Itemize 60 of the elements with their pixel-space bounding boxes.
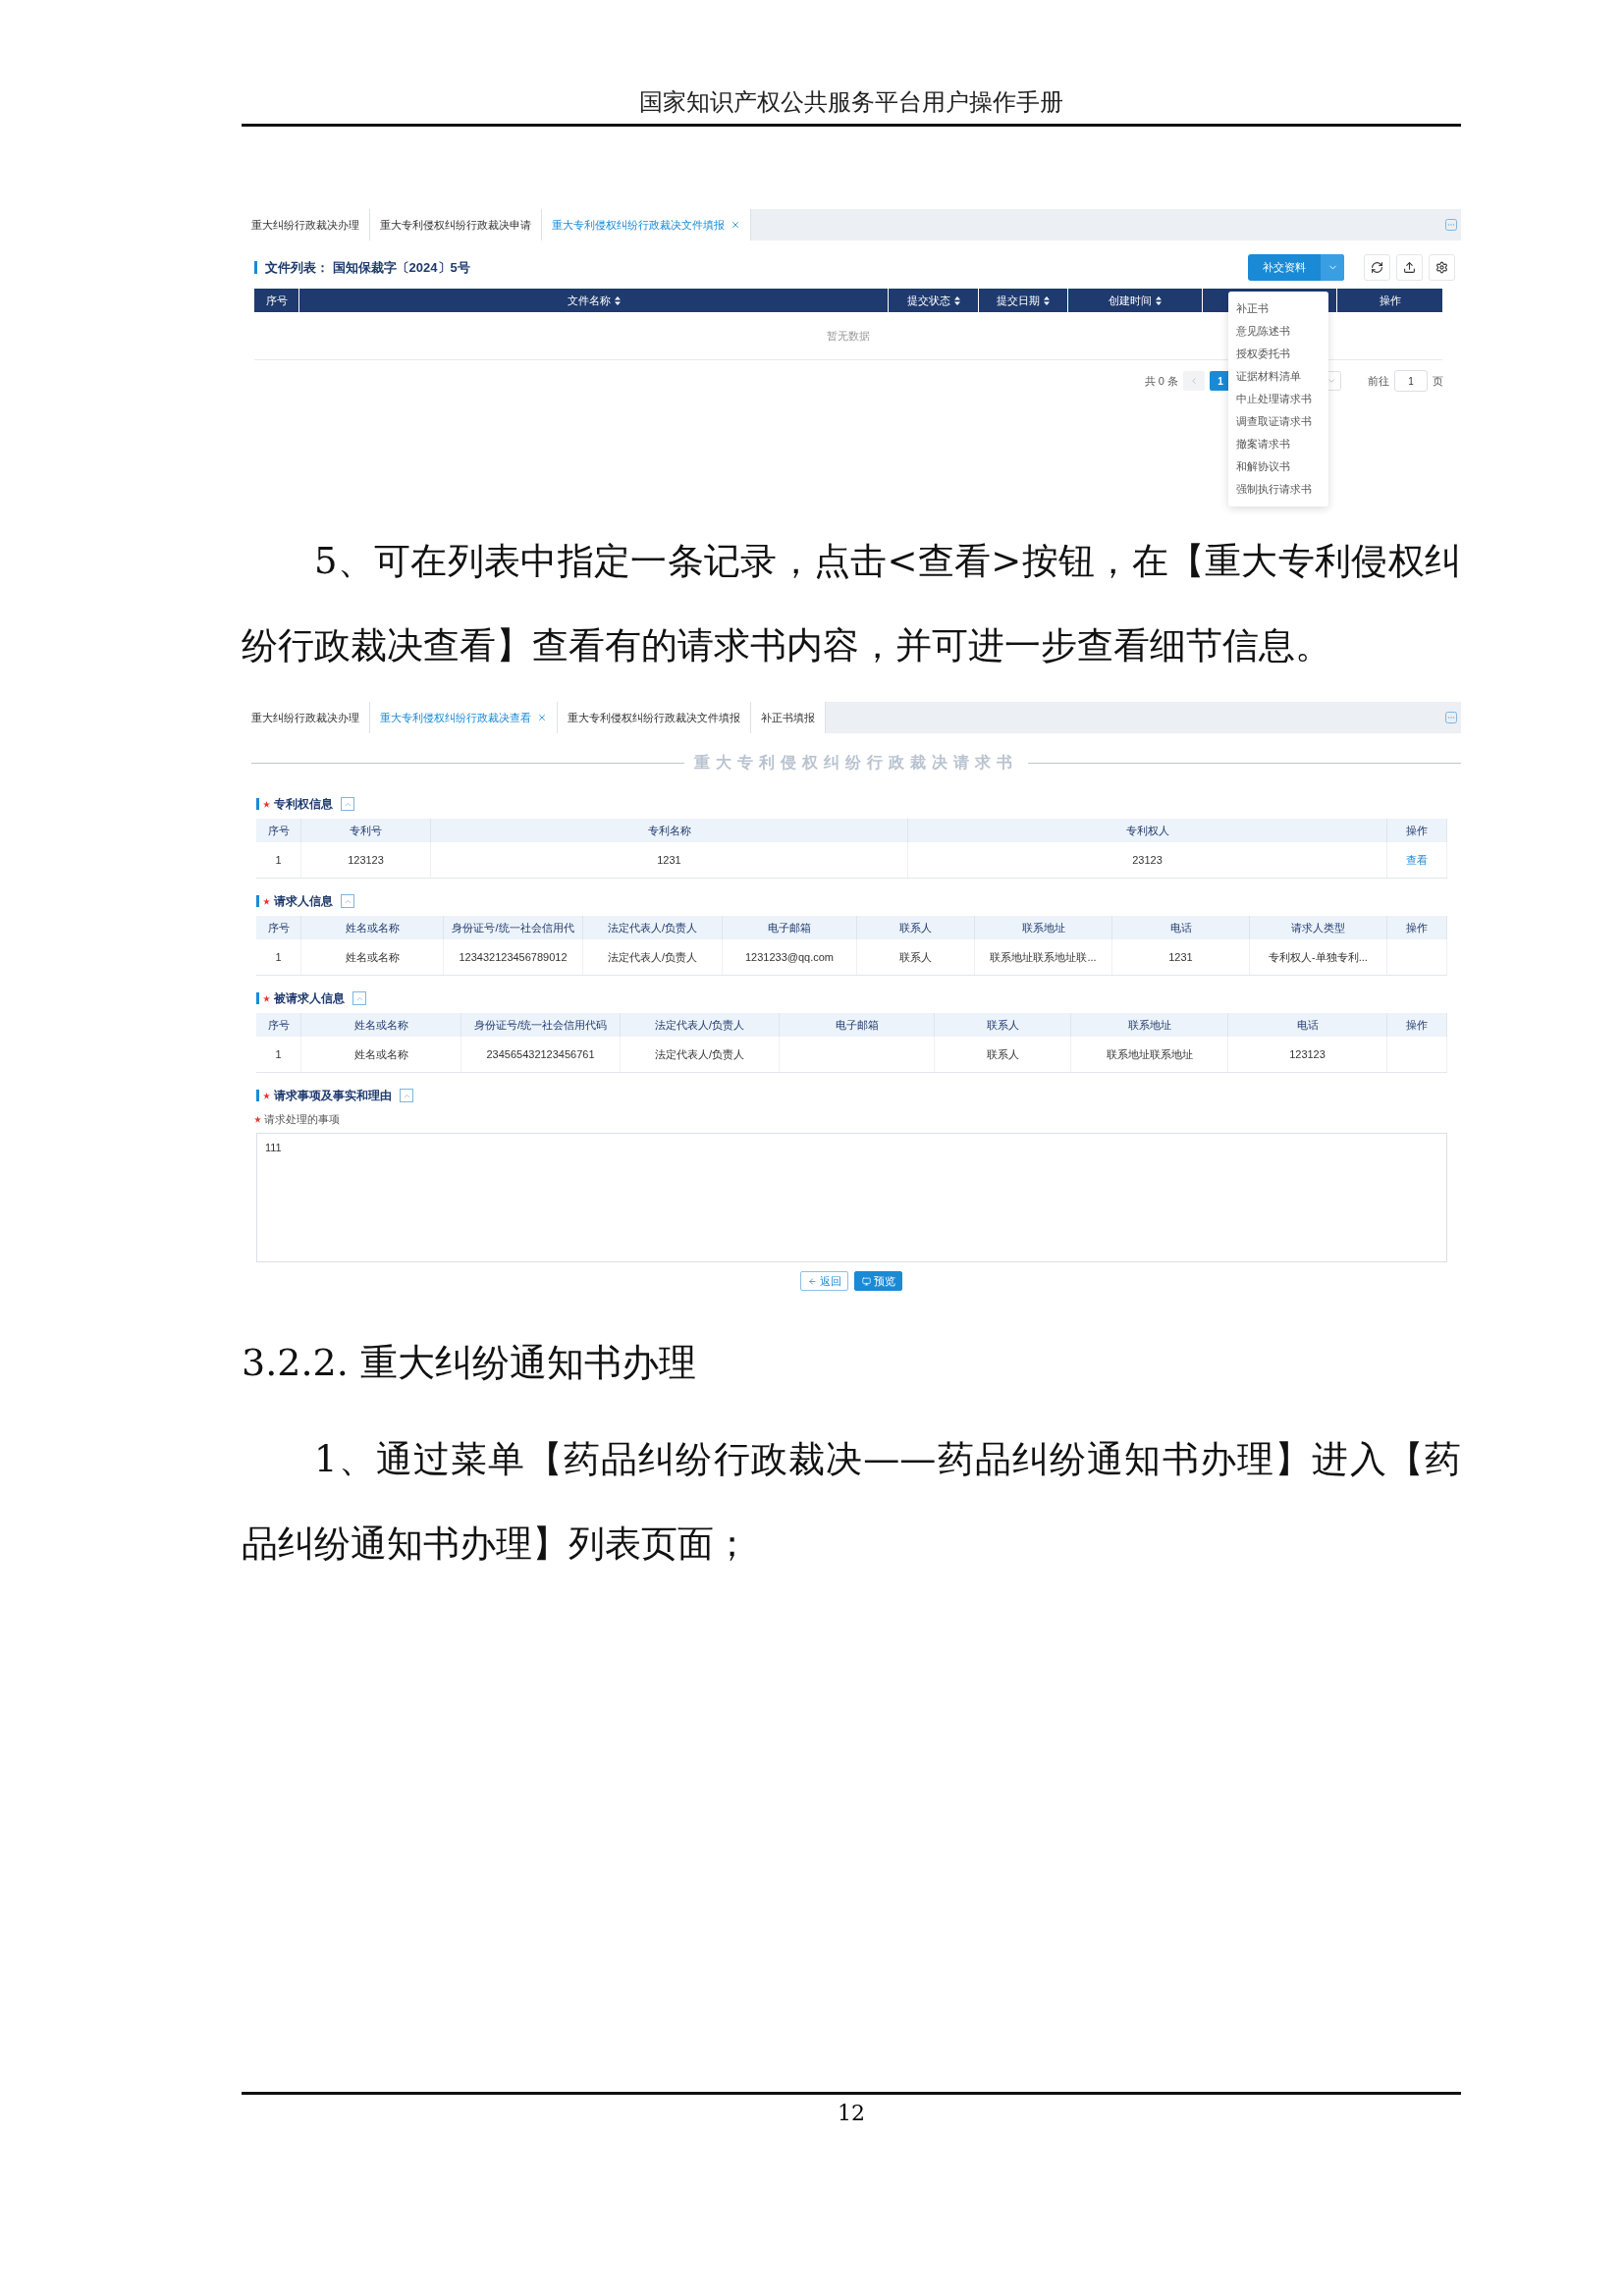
column-header: 操作 [1387,1013,1447,1037]
page-suffix: 页 [1433,373,1443,389]
table-cell: 姓名或名称 [353,1046,408,1062]
column-header: 电子邮箱 [723,916,857,939]
table-cell: 1231233@qq.com [744,951,835,963]
table-cell: 123123 [1289,1048,1326,1060]
column-header: 身份证号/统一社会信用代 [444,916,583,939]
column-header: 电话 [1112,916,1250,939]
column-header: 序号 [256,916,301,939]
column-header: 姓名或名称 [301,916,444,939]
column-header: 请求人类型 [1250,916,1387,939]
column-header: 姓名或名称 [301,1013,461,1037]
section-title: 请求人信息 [274,895,333,907]
page-number: 12 [838,2101,865,2125]
table-cell: 姓名或名称 [345,949,400,965]
form-title: 重大专利侵权纠纷行政裁决请求书 [694,753,1018,773]
table-cell: 123432123456789012 [459,951,568,963]
section-title: 请求事项及事实和理由 [274,1090,392,1101]
column-header: 电子邮箱 [780,1013,935,1037]
table-cell: 23123 [1132,854,1163,866]
column-header: 序号 [256,1013,301,1037]
section-title: 被请求人信息 [274,992,345,1004]
total-count: 共 0 条 [1144,373,1178,389]
page-header: 国家知识产权公共服务平台用户操作手册 [242,86,1461,127]
field-label: 请求处理的事项 [264,1112,340,1127]
table-cell: 联系人 [986,1046,1019,1062]
column-header: 联系地址 [1071,1013,1228,1037]
column-header: 专利号 [301,819,431,842]
table-cell: 1 [275,951,282,963]
table-cell: 1231 [1168,951,1193,963]
column-header: 身份证号/统一社会信用代码 [461,1013,621,1037]
paragraph: 5、可在列表中指定一条记录，点击<查看>按钮，在【重大专利侵权纠纷行政裁决查看】查看有的请求书内容，并可进一步查看细节信息。 [242,539,1461,668]
column-header: 联系人 [935,1013,1071,1037]
table-cell: 法定代表人/负责人 [654,1046,745,1062]
column-header: 操作 [1387,819,1447,842]
column-header: 专利权人 [908,819,1387,842]
paragraph: 1、通过菜单【药品纠纷行政裁决——药品纠纷通知书办理】进入【药品纠纷通知书办理】列表页面； [242,1437,1461,1567]
table-cell: 1231 [657,854,681,866]
table-cell: 联系地址联系地址联... [990,949,1097,965]
section-heading: 3.2.2. 重大纠纷通知书办理 [242,1340,697,1386]
column-header: 联系地址 [975,916,1112,939]
table-cell: 1 [275,1048,282,1060]
column-header: 联系人 [857,916,975,939]
list-title: 文件列表： 国知保裁字〔2024〕5号 [254,261,470,274]
table-cell: 1 [275,854,282,866]
column-header: 专利名称 [431,819,908,842]
table-cell: 123123 [348,854,384,866]
table-cell: 专利权人-单独专利... [1269,949,1368,965]
goto-label: 前往 [1368,373,1389,389]
section-title: 专利权信息 [274,798,333,810]
column-header: 电话 [1228,1013,1387,1037]
table-cell: 234565432123456761 [486,1048,595,1060]
empty-text: 暂无数据 [827,328,870,344]
column-header: 序号 [256,819,301,842]
column-header: 法定代表人/负责人 [583,916,723,939]
table-cell: 联系地址联系地址 [1106,1046,1193,1062]
column-header: 操作 [1387,916,1447,939]
table-cell: 联系人 [899,949,932,965]
table-cell: 法定代表人/负责人 [607,949,698,965]
column-header: 法定代表人/负责人 [621,1013,780,1037]
